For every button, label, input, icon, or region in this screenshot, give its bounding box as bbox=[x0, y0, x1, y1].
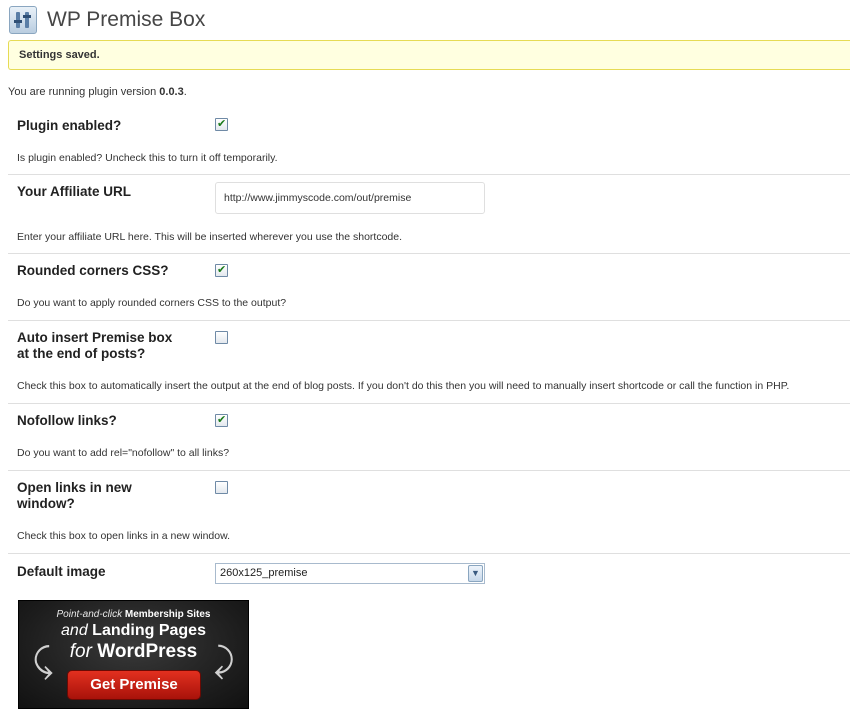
default-image-label: Default image bbox=[17, 564, 106, 579]
page-header: WP Premise Box bbox=[9, 5, 205, 35]
new-window-label-line1: Open links in new bbox=[17, 480, 132, 495]
setting-row-rounded-corners: Rounded corners CSS? ✔ Do you want to ap… bbox=[8, 254, 850, 321]
auto-insert-label-line2: at the end of posts? bbox=[17, 346, 146, 361]
banner-line1-bold: Membership Sites bbox=[124, 609, 211, 620]
banner-line2: and Landing Pages bbox=[19, 622, 248, 640]
auto-insert-label: Auto insert Premise box at the end of po… bbox=[17, 330, 172, 362]
version-number: 0.0.3 bbox=[159, 86, 184, 98]
auto-insert-description: Check this box to automatically insert t… bbox=[17, 380, 790, 392]
affiliate-url-input[interactable] bbox=[215, 182, 485, 214]
curved-arrow-right-icon: ⤸ bbox=[213, 641, 234, 681]
plugin-version-text: You are running plugin version 0.0.3. bbox=[8, 86, 187, 98]
setting-row-default-image: Default image 260x125_premise ▼ bbox=[8, 554, 850, 594]
chevron-down-icon[interactable]: ▼ bbox=[468, 565, 483, 582]
banner-line1: Point-and-click Membership Sites bbox=[19, 609, 248, 620]
new-window-description: Check this box to open links in a new wi… bbox=[17, 530, 231, 542]
new-window-checkbox[interactable] bbox=[215, 481, 228, 494]
affiliate-url-label: Your Affiliate URL bbox=[17, 184, 131, 199]
banner-line1-pre: Point-and-click bbox=[56, 609, 123, 620]
page-title: WP Premise Box bbox=[47, 8, 206, 31]
nofollow-description: Do you want to add rel="nofollow" to all… bbox=[17, 447, 230, 459]
checkmark-icon: ✔ bbox=[217, 414, 227, 426]
affiliate-url-description: Enter your affiliate URL here. This will… bbox=[17, 231, 403, 243]
setting-row-affiliate-url: Your Affiliate URL Enter your affiliate … bbox=[8, 175, 850, 254]
setting-row-new-window: Open links in new window? Check this box… bbox=[8, 471, 850, 554]
get-premise-button: Get Premise bbox=[67, 670, 201, 700]
banner-line2-pre: and bbox=[61, 622, 88, 639]
plugin-enabled-description: Is plugin enabled? Uncheck this to turn … bbox=[17, 152, 278, 164]
checkmark-icon: ✔ bbox=[217, 264, 227, 276]
default-image-selected-value: 260x125_premise bbox=[220, 567, 308, 579]
banner-line2-bold: Landing Pages bbox=[92, 622, 206, 639]
auto-insert-checkbox[interactable] bbox=[215, 331, 228, 344]
plugin-enabled-checkbox[interactable]: ✔ bbox=[215, 118, 228, 131]
version-suffix: . bbox=[183, 86, 187, 98]
auto-insert-label-line1: Auto insert Premise box bbox=[17, 330, 173, 345]
setting-row-plugin-enabled: Plugin enabled? ✔ Is plugin enabled? Unc… bbox=[8, 106, 850, 175]
rounded-corners-label: Rounded corners CSS? bbox=[17, 263, 169, 278]
new-window-label: Open links in new window? bbox=[17, 480, 132, 512]
nofollow-label: Nofollow links? bbox=[17, 413, 117, 428]
setting-row-nofollow: Nofollow links? ✔ Do you want to add rel… bbox=[8, 404, 850, 471]
plugin-enabled-label: Plugin enabled? bbox=[17, 118, 122, 133]
notice-text: Settings saved. bbox=[19, 49, 100, 61]
rounded-corners-description: Do you want to apply rounded corners CSS… bbox=[17, 297, 287, 309]
default-image-select[interactable]: 260x125_premise ▼ bbox=[215, 563, 485, 584]
setting-row-auto-insert: Auto insert Premise box at the end of po… bbox=[8, 321, 850, 404]
new-window-label-line2: window? bbox=[17, 496, 75, 511]
nofollow-checkbox[interactable]: ✔ bbox=[215, 414, 228, 427]
version-prefix: You are running plugin version bbox=[8, 86, 160, 98]
premise-banner-preview: Point-and-click Membership Sites and Lan… bbox=[18, 600, 249, 709]
settings-saved-notice: Settings saved. bbox=[8, 40, 850, 70]
banner-line3-pre: for bbox=[69, 641, 92, 662]
curved-arrow-left-icon: ⤹ bbox=[33, 641, 54, 681]
rounded-corners-checkbox[interactable]: ✔ bbox=[215, 264, 228, 277]
checkmark-icon: ✔ bbox=[217, 118, 227, 130]
banner-line3-bold: WordPress bbox=[97, 641, 198, 662]
plugin-settings-icon bbox=[9, 6, 37, 34]
